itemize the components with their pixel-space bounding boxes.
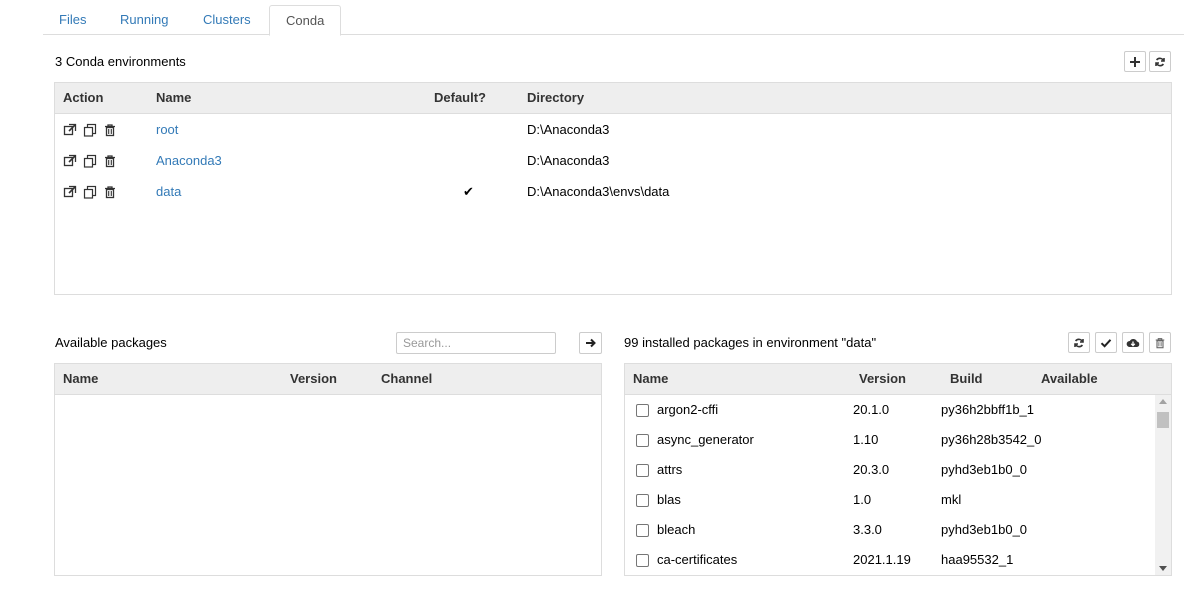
environment-row: root D:\Anaconda3 <box>55 114 1171 145</box>
check-icon <box>1100 338 1112 348</box>
tab-bar: Files Running Clusters Conda <box>43 5 1184 36</box>
environments-count: 3 Conda environments <box>55 54 186 69</box>
environment-name-link[interactable]: data <box>156 176 181 207</box>
package-search-input[interactable] <box>396 332 556 354</box>
arrow-right-icon <box>585 338 596 348</box>
environment-default-mark: ✔ <box>463 184 474 199</box>
package-version: 20.3.0 <box>853 462 890 477</box>
column-channel: Channel <box>381 371 433 386</box>
tab-files[interactable]: Files <box>43 5 102 35</box>
column-available: Available <box>1041 371 1098 386</box>
clone-icon[interactable] <box>83 123 97 137</box>
trash-icon[interactable] <box>103 123 117 137</box>
column-version: Version <box>290 371 337 386</box>
column-name: Name <box>156 90 192 105</box>
plus-icon <box>1130 56 1140 67</box>
package-checkbox[interactable] <box>636 554 649 567</box>
package-build: mkl <box>941 492 962 507</box>
package-version: 1.0 <box>853 492 872 507</box>
available-packages-header: Name Version Channel <box>55 364 601 395</box>
environment-actions <box>63 123 117 137</box>
package-checkbox[interactable] <box>636 524 649 537</box>
available-packages-title: Available packages <box>55 335 167 350</box>
package-name: argon2-cffi <box>657 402 719 417</box>
column-directory: Directory <box>527 90 585 105</box>
package-name: async_generator <box>657 432 754 447</box>
create-environment-button[interactable] <box>1124 51 1146 72</box>
column-name: Name <box>63 371 99 386</box>
installed-packages-table: Name Version Build Available argon2-cffi… <box>624 363 1172 576</box>
environments-table-header: Action Name Default? Directory <box>55 83 1171 114</box>
environment-actions <box>63 185 117 199</box>
update-packages-button[interactable] <box>1095 332 1117 353</box>
column-build: Build <box>950 371 983 386</box>
table-row: async_generator 1.10 py36h28b3542_0 <box>625 425 1171 455</box>
tab-conda[interactable]: Conda <box>269 5 342 36</box>
environment-row: Anaconda3 D:\Anaconda3 <box>55 145 1171 176</box>
package-checkbox[interactable] <box>636 404 649 417</box>
table-row: ca-certificates 2021.1.19 haa95532_1 <box>625 545 1171 575</box>
table-row: attrs 20.3.0 pyhd3eb1b0_0 <box>625 455 1171 485</box>
column-default: Default? <box>434 90 486 105</box>
package-build: py36h2bbff1b_1 <box>941 402 1035 417</box>
environment-row: data ✔ D:\Anaconda3\envs\data <box>55 176 1171 207</box>
package-checkbox[interactable] <box>636 464 649 477</box>
column-action: Action <box>63 90 104 105</box>
external-link-icon[interactable] <box>63 123 77 137</box>
remove-packages-button[interactable] <box>1149 332 1171 353</box>
installed-packages-title: 99 installed packages in environment "da… <box>624 335 877 350</box>
environment-actions <box>63 154 117 168</box>
package-version: 1.10 <box>853 432 879 447</box>
package-build: pyhd3eb1b0_0 <box>941 462 1028 477</box>
column-version: Version <box>859 371 906 386</box>
environment-directory: D:\Anaconda3\envs\data <box>527 184 670 199</box>
clone-icon[interactable] <box>83 154 97 168</box>
package-build: haa95532_1 <box>941 552 1014 567</box>
environments-table: Action Name Default? Directory root D:\A… <box>54 82 1172 295</box>
package-checkbox[interactable] <box>636 494 649 507</box>
clone-icon[interactable] <box>83 185 97 199</box>
package-name: ca-certificates <box>657 552 738 567</box>
install-packages-button[interactable] <box>1122 332 1144 353</box>
scroll-up-arrow-icon[interactable] <box>1159 399 1167 404</box>
package-version: 20.1.0 <box>853 402 890 417</box>
trash-icon <box>1155 337 1165 348</box>
installed-packages-header: Name Version Build Available <box>625 364 1171 395</box>
scroll-down-arrow-icon[interactable] <box>1159 566 1167 571</box>
column-name: Name <box>633 371 669 386</box>
package-checkbox[interactable] <box>636 434 649 447</box>
package-version: 2021.1.19 <box>853 552 911 567</box>
package-build: pyhd3eb1b0_0 <box>941 522 1028 537</box>
environment-directory: D:\Anaconda3 <box>527 153 610 168</box>
environment-name-link[interactable]: root <box>156 114 178 145</box>
external-link-icon[interactable] <box>63 154 77 168</box>
package-build: py36h28b3542_0 <box>941 432 1042 447</box>
package-version: 3.3.0 <box>853 522 882 537</box>
search-go-button[interactable] <box>579 332 602 354</box>
environment-directory: D:\Anaconda3 <box>527 122 610 137</box>
refresh-environments-button[interactable] <box>1149 51 1171 72</box>
table-row: bleach 3.3.0 pyhd3eb1b0_0 <box>625 515 1171 545</box>
cloud-download-icon <box>1126 338 1140 347</box>
package-name: blas <box>657 492 681 507</box>
tab-clusters[interactable]: Clusters <box>187 5 267 35</box>
external-link-icon[interactable] <box>63 185 77 199</box>
table-row: argon2-cffi 20.1.0 py36h2bbff1b_1 <box>625 395 1171 425</box>
installed-packages-scrollbar[interactable] <box>1155 395 1171 575</box>
refresh-icon <box>1155 57 1165 66</box>
package-name: attrs <box>657 462 683 477</box>
refresh-packages-button[interactable] <box>1068 332 1090 353</box>
trash-icon[interactable] <box>103 185 117 199</box>
refresh-icon <box>1074 338 1084 347</box>
scrollbar-thumb[interactable] <box>1157 412 1169 428</box>
available-packages-table: Name Version Channel <box>54 363 602 576</box>
package-name: bleach <box>657 522 696 537</box>
environment-name-link[interactable]: Anaconda3 <box>156 145 222 176</box>
table-row: blas 1.0 mkl <box>625 485 1171 515</box>
tab-running[interactable]: Running <box>104 5 184 35</box>
trash-icon[interactable] <box>103 154 117 168</box>
